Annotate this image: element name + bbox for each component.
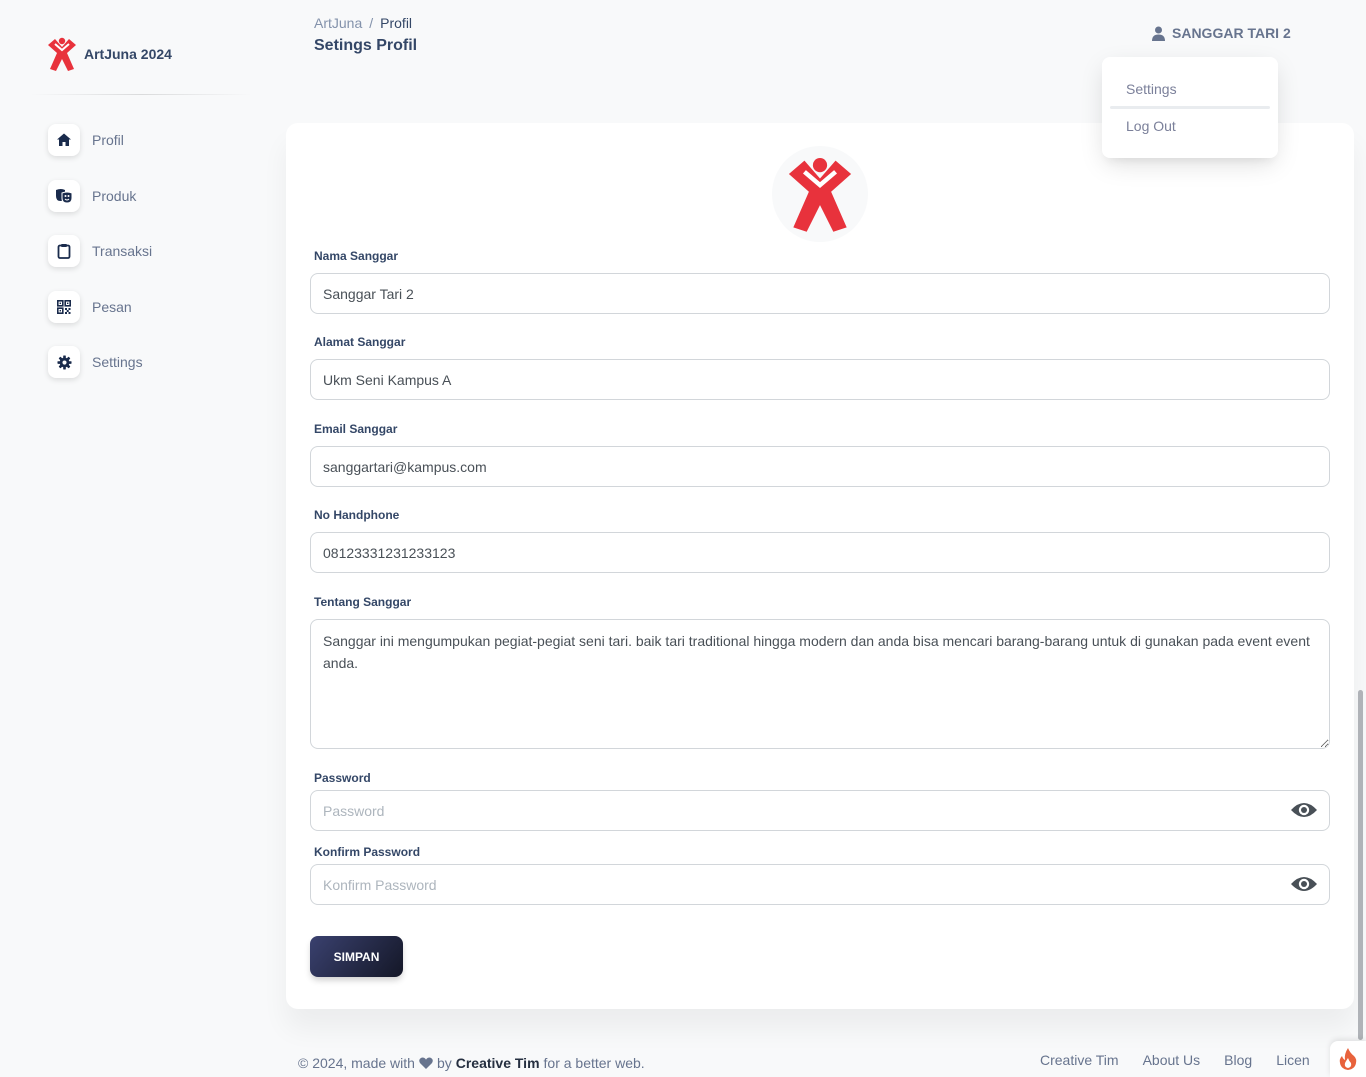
no-handphone-input[interactable] bbox=[310, 532, 1330, 573]
page-title: Setings Profil bbox=[314, 37, 418, 54]
brand[interactable]: ArtJuna 2024 bbox=[46, 36, 172, 72]
masks-icon bbox=[48, 179, 80, 212]
sidebar-item-profil[interactable]: Profil bbox=[48, 124, 152, 156]
sidebar-item-produk[interactable]: Produk bbox=[48, 179, 152, 212]
save-button[interactable]: SIMPAN bbox=[310, 936, 403, 977]
konfirm-password-input[interactable] bbox=[310, 864, 1330, 905]
home-icon bbox=[48, 124, 80, 156]
eye-icon[interactable] bbox=[1290, 874, 1318, 894]
sidebar-item-pesan[interactable]: Pesan bbox=[48, 290, 152, 323]
sidebar-divider bbox=[30, 94, 252, 95]
footer-links: Creative Tim About Us Blog Licen bbox=[1040, 1052, 1310, 1068]
email-sanggar-input[interactable] bbox=[310, 446, 1330, 487]
konfirm-password-label: Konfirm Password bbox=[314, 845, 421, 859]
user-dropdown: Settings Log Out bbox=[1102, 57, 1278, 158]
footer-link-about-us[interactable]: About Us bbox=[1143, 1052, 1201, 1068]
profile-avatar[interactable] bbox=[772, 146, 868, 242]
clipboard-icon bbox=[48, 235, 80, 267]
footer-copy-prefix: © 2024, made with bbox=[298, 1055, 415, 1071]
scrollbar-thumb[interactable] bbox=[1358, 690, 1363, 1040]
dropdown-settings[interactable]: Settings bbox=[1126, 81, 1177, 97]
footer-author-link[interactable]: Creative Tim bbox=[456, 1055, 540, 1071]
footer-link-blog[interactable]: Blog bbox=[1224, 1052, 1252, 1068]
gear-icon bbox=[48, 346, 80, 378]
email-sanggar-label: Email Sanggar bbox=[314, 422, 398, 436]
tentang-sanggar-label: Tentang Sanggar bbox=[314, 595, 412, 609]
nama-sanggar-input[interactable] bbox=[310, 273, 1330, 314]
footer-link-creative-tim[interactable]: Creative Tim bbox=[1040, 1052, 1119, 1068]
sidebar-item-transaksi[interactable]: Transaksi bbox=[48, 235, 152, 267]
footer-copyright: © 2024, made with by Creative Tim for a … bbox=[298, 1055, 645, 1071]
sidebar: ArtJuna 2024 Profil Produk Transaksi Pes… bbox=[0, 0, 270, 1077]
dropdown-logout[interactable]: Log Out bbox=[1126, 118, 1176, 134]
sidebar-item-label: Transaksi bbox=[92, 243, 153, 259]
no-handphone-label: No Handphone bbox=[314, 508, 400, 522]
fire-icon bbox=[1339, 1048, 1357, 1070]
sidebar-item-settings[interactable]: Settings bbox=[48, 346, 152, 378]
artjuna-logo bbox=[48, 37, 76, 71]
eye-icon[interactable] bbox=[1290, 800, 1318, 820]
breadcrumb: ArtJuna / Profil bbox=[314, 15, 412, 31]
footer-link-license[interactable]: Licen bbox=[1276, 1052, 1309, 1068]
breadcrumb-root[interactable]: ArtJuna bbox=[314, 15, 362, 31]
user-icon bbox=[1152, 26, 1165, 41]
sidebar-item-label: Profil bbox=[92, 132, 124, 148]
sidebar-item-label: Settings bbox=[92, 354, 143, 370]
footer-copy-suffix: for a better web. bbox=[543, 1055, 645, 1071]
user-name: SANGGAR TARI 2 bbox=[1172, 25, 1291, 41]
sidebar-item-label: Pesan bbox=[92, 298, 132, 315]
breadcrumb-current: Profil bbox=[380, 15, 413, 31]
user-menu[interactable]: SANGGAR TARI 2 bbox=[1152, 25, 1291, 41]
alamat-sanggar-label: Alamat Sanggar bbox=[314, 335, 406, 349]
password-label: Password bbox=[314, 771, 371, 785]
tentang-sanggar-textarea[interactable]: Sanggar ini mengumpukan pegiat-pegiat se… bbox=[310, 619, 1330, 749]
breadcrumb-separator: / bbox=[369, 15, 374, 31]
qrcode-icon bbox=[48, 290, 80, 323]
password-input[interactable] bbox=[310, 790, 1330, 831]
artjuna-logo bbox=[788, 158, 852, 232]
brand-name: ArtJuna 2024 bbox=[84, 46, 172, 62]
dropdown-divider bbox=[1110, 106, 1270, 109]
fire-button[interactable] bbox=[1330, 1041, 1366, 1077]
footer-copy-by: by bbox=[436, 1055, 452, 1071]
sidebar-item-label: Produk bbox=[92, 187, 137, 204]
alamat-sanggar-input[interactable] bbox=[310, 359, 1330, 400]
nama-sanggar-label: Nama Sanggar bbox=[314, 249, 399, 263]
heart-icon bbox=[419, 1057, 433, 1069]
sidebar-nav: Profil Produk Transaksi Pesan Settings bbox=[48, 124, 152, 402]
